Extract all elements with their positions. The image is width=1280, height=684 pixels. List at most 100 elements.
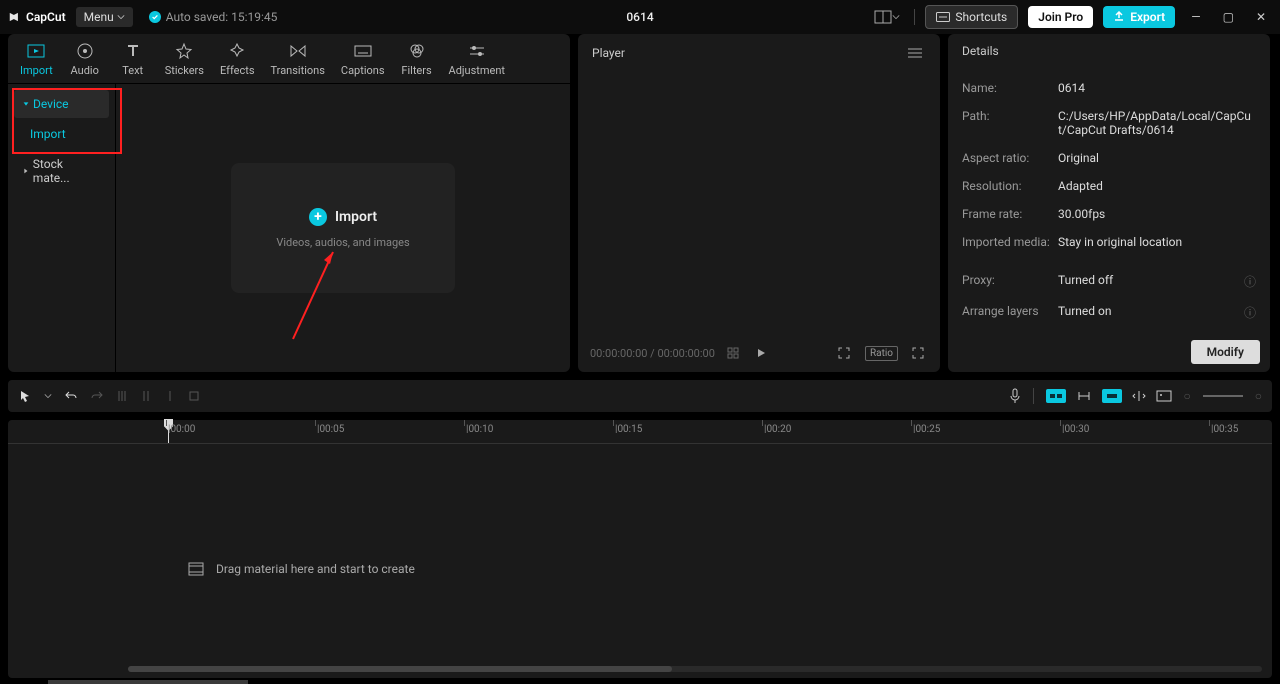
join-pro-button[interactable]: Join Pro bbox=[1028, 6, 1093, 28]
tab-label: Transitions bbox=[271, 64, 325, 77]
keyboard-icon bbox=[936, 12, 950, 22]
minimize-button[interactable]: — bbox=[1185, 10, 1206, 24]
detail-row-imported: Imported media:Stay in original location bbox=[962, 228, 1256, 256]
info-icon[interactable]: ⓘ bbox=[1244, 304, 1256, 321]
grid-button[interactable] bbox=[723, 343, 743, 363]
split-button[interactable] bbox=[116, 389, 128, 403]
details-panel: Details Name:0614 Path:C:/Users/HP/AppDa… bbox=[948, 34, 1270, 372]
fullscreen-button[interactable] bbox=[908, 343, 928, 363]
zoom-slider[interactable] bbox=[1203, 395, 1243, 397]
autosave-text: Auto saved: 15:19:45 bbox=[166, 10, 278, 24]
player-title: Player bbox=[592, 46, 625, 60]
tab-label: Stickers bbox=[165, 64, 204, 77]
snap-tools bbox=[1046, 389, 1172, 403]
details-header: Details bbox=[948, 34, 1270, 68]
cursor-tool[interactable] bbox=[18, 389, 32, 403]
scan-button[interactable] bbox=[833, 342, 855, 364]
redo-button[interactable] bbox=[90, 389, 104, 403]
tab-label: Captions bbox=[341, 64, 385, 77]
adjustment-icon bbox=[467, 41, 487, 61]
detail-row-arrange: Arrange layersTurned onⓘ bbox=[962, 297, 1256, 328]
maximize-button[interactable]: ▢ bbox=[1217, 10, 1240, 24]
ratio-button[interactable]: Ratio bbox=[865, 346, 898, 361]
timeline-drop-hint: Drag material here and start to create bbox=[188, 562, 415, 576]
zoom-in-button[interactable]: ○ bbox=[1255, 389, 1262, 403]
menu-button[interactable]: Menu bbox=[76, 7, 133, 27]
player-panel: Player 00:00:00:00 / 00:00:00:00 Ratio bbox=[578, 34, 940, 372]
import-subtitle: Videos, audios, and images bbox=[276, 236, 409, 249]
mic-button[interactable] bbox=[1009, 388, 1021, 404]
detail-row-path: Path:C:/Users/HP/AppData/Local/CapCut/Ca… bbox=[962, 102, 1256, 144]
close-button[interactable]: ✕ bbox=[1250, 10, 1272, 24]
shortcuts-button[interactable]: Shortcuts bbox=[925, 5, 1018, 29]
sidebar-label: Stock mate... bbox=[33, 157, 101, 185]
captions-icon bbox=[353, 41, 373, 61]
tab-transitions[interactable]: Transitions bbox=[263, 37, 333, 81]
cursor-dropdown[interactable] bbox=[44, 392, 52, 400]
detail-row-proxy: Proxy:Turned offⓘ bbox=[962, 266, 1256, 297]
tab-effects[interactable]: Effects bbox=[212, 37, 263, 81]
magnet-main-track[interactable] bbox=[1046, 389, 1066, 403]
capcut-icon bbox=[8, 10, 22, 24]
autosave-status: Auto saved: 15:19:45 bbox=[149, 10, 278, 24]
preview-axis-button[interactable] bbox=[1132, 390, 1146, 402]
ruler-tick: |00:35 bbox=[1211, 424, 1238, 435]
check-icon bbox=[149, 11, 161, 23]
plus-icon: + bbox=[309, 208, 327, 226]
player-menu-button[interactable] bbox=[904, 44, 926, 62]
export-label: Export bbox=[1130, 10, 1165, 24]
menu-label: Menu bbox=[84, 10, 114, 24]
timeline-ruler[interactable]: |00:00|00:05|00:10|00:15|00:20|00:25|00:… bbox=[8, 420, 1272, 444]
zoom-out-button[interactable]: ○ bbox=[1184, 389, 1191, 403]
scrollbar-thumb[interactable] bbox=[128, 666, 672, 672]
delete-right-button[interactable] bbox=[164, 389, 176, 403]
undo-button[interactable] bbox=[64, 389, 78, 403]
tab-captions[interactable]: Captions bbox=[333, 37, 393, 81]
tab-text[interactable]: Text bbox=[109, 37, 157, 81]
tab-import[interactable]: Import bbox=[12, 37, 61, 81]
tab-label: Audio bbox=[71, 64, 99, 77]
ruler-tick: |00:15 bbox=[615, 424, 642, 435]
tab-filters[interactable]: Filters bbox=[393, 37, 441, 81]
tab-adjustment[interactable]: Adjustment bbox=[441, 37, 514, 81]
stickers-icon bbox=[174, 41, 194, 61]
player-timecode: 00:00:00:00 / 00:00:00:00 bbox=[590, 347, 715, 360]
filters-icon bbox=[407, 41, 427, 61]
play-button[interactable] bbox=[751, 343, 771, 363]
detail-row-aspect: Aspect ratio:Original bbox=[962, 144, 1256, 172]
media-panel: Import Audio Text Stickers Effects Trans… bbox=[8, 34, 570, 372]
sidebar-item-stock[interactable]: Stock mate... bbox=[14, 150, 109, 192]
info-icon[interactable]: ⓘ bbox=[1244, 273, 1256, 290]
delete-button[interactable] bbox=[188, 390, 200, 402]
tab-audio[interactable]: Audio bbox=[61, 37, 109, 81]
timeline-toolbar: ○ ○ bbox=[8, 380, 1272, 412]
cover-button[interactable] bbox=[1156, 390, 1172, 402]
sidebar-item-import[interactable]: Import bbox=[14, 120, 109, 148]
tab-label: Filters bbox=[401, 64, 431, 77]
delete-left-button[interactable] bbox=[140, 389, 152, 403]
layout-button[interactable] bbox=[870, 6, 904, 28]
tab-label: Import bbox=[20, 64, 53, 77]
transitions-icon bbox=[288, 41, 308, 61]
audio-icon bbox=[75, 41, 95, 61]
ruler-tick: |00:05 bbox=[317, 424, 344, 435]
import-dropzone[interactable]: + Import Videos, audios, and images bbox=[231, 163, 455, 293]
app-logo: CapCut bbox=[8, 10, 66, 24]
chevron-down-icon bbox=[117, 13, 125, 21]
text-icon bbox=[123, 41, 143, 61]
linkage-button[interactable] bbox=[1102, 389, 1122, 403]
export-button[interactable]: Export bbox=[1103, 6, 1175, 28]
ruler-tick: |00:25 bbox=[913, 424, 940, 435]
app-name: CapCut bbox=[26, 10, 66, 24]
timeline-scrollbar[interactable] bbox=[128, 666, 1262, 672]
timeline-body[interactable]: Drag material here and start to create bbox=[8, 444, 1272, 674]
modify-button[interactable]: Modify bbox=[1191, 340, 1260, 364]
sidebar-item-device[interactable]: Device bbox=[14, 90, 109, 118]
sidebar-label: Device bbox=[33, 97, 69, 111]
auto-snap-button[interactable] bbox=[1076, 390, 1092, 402]
detail-row-framerate: Frame rate:30.00fps bbox=[962, 200, 1256, 228]
player-header: Player bbox=[578, 34, 940, 72]
detail-row-name: Name:0614 bbox=[962, 74, 1256, 102]
import-title: + Import bbox=[309, 208, 377, 226]
tab-stickers[interactable]: Stickers bbox=[157, 37, 212, 81]
